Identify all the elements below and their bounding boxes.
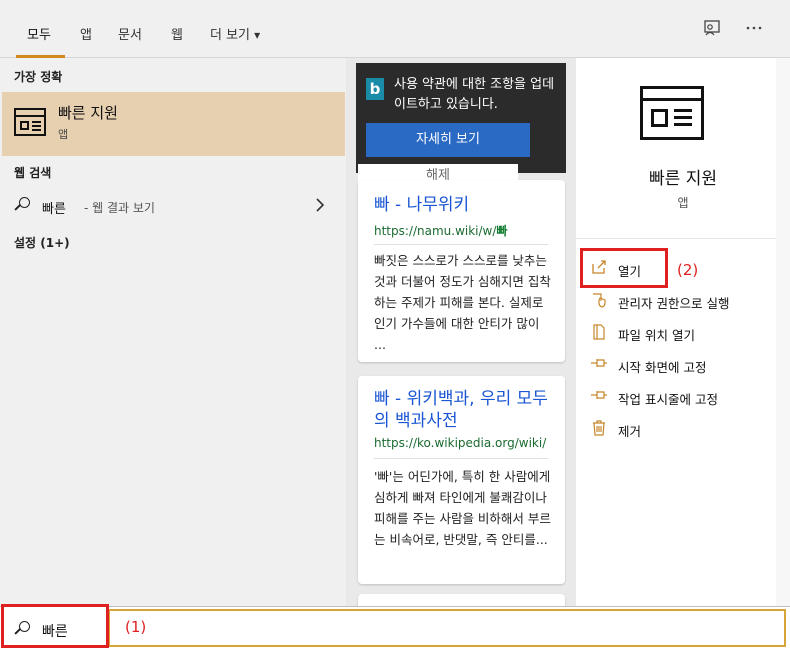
result-title[interactable]: 빠 - 위키백과, 우리 모두의 백과사전 xyxy=(374,388,554,432)
tab-web[interactable]: 웹 xyxy=(171,24,183,43)
web-result-card[interactable]: 빠 - 위키백과, 우리 모두의 백과사전 https://ko.wikiped… xyxy=(358,376,565,584)
result-title[interactable]: 빠 - 나무위키 xyxy=(374,194,554,216)
more-options-icon[interactable] xyxy=(742,18,766,42)
tab-more-label: 더 보기 xyxy=(210,28,251,43)
result-url: https://ko.wikipedia.org/wiki/ xyxy=(374,436,546,450)
bing-notice-banner: b 사용 약관에 대한 조항을 업데이트하고 있습니다. 자세히 보기 xyxy=(356,63,566,173)
result-url-bold: 빠 xyxy=(496,224,508,238)
app-type: 앱 xyxy=(677,196,689,210)
annotation-label-2: (2) xyxy=(677,261,699,279)
divider xyxy=(576,238,790,239)
taskbar-search: 빠른 xyxy=(0,606,790,651)
file-icon xyxy=(590,324,608,340)
web-search-header: 웹 검색 xyxy=(14,166,52,180)
run-as-admin-label: 관리자 권한으로 실행 xyxy=(618,296,730,311)
card-divider xyxy=(374,458,548,459)
feedback-icon[interactable] xyxy=(700,18,724,42)
bing-notice-text: 사용 약관에 대한 조항을 업데이트하고 있습니다. xyxy=(394,77,555,112)
tab-all[interactable]: 모두 xyxy=(27,24,51,43)
card-divider xyxy=(374,244,548,245)
web-search-query: 빠른 xyxy=(42,202,66,217)
pin-icon xyxy=(590,388,608,404)
open-file-location-label: 파일 위치 열기 xyxy=(618,328,695,343)
chevron-down-icon: ▾ xyxy=(254,28,261,42)
pin-icon xyxy=(590,356,608,372)
settings-header[interactable]: 설정 (1+) xyxy=(14,234,70,251)
bing-logo-icon: b xyxy=(366,78,384,100)
trash-icon xyxy=(590,420,608,436)
chevron-right-icon[interactable] xyxy=(315,197,325,216)
best-match-type: 앱 xyxy=(58,128,69,141)
web-preview-pane: b 사용 약관에 대한 조항을 업데이트하고 있습니다. 자세히 보기 해제 빠… xyxy=(346,58,576,614)
web-search-item[interactable]: 빠른 - 웹 결과 보기 xyxy=(0,192,346,218)
result-snippet: '빠'는 어딘가에, 특히 한 사람에게 심하게 빠져 타인에게 불쾌감이나 피… xyxy=(374,469,551,547)
tab-apps[interactable]: 앱 xyxy=(80,24,92,43)
shield-icon xyxy=(590,292,608,308)
tab-more[interactable]: 더 보기 ▾ xyxy=(210,24,260,43)
annotation-box-search xyxy=(1,604,109,648)
search-icon xyxy=(14,197,30,213)
best-match-header: 가장 정확 xyxy=(14,70,63,84)
web-result-card[interactable]: 빠 - 나무위키 https://namu.wiki/w/빠 빠짓은 스스로가 … xyxy=(358,180,565,362)
result-url: https://namu.wiki/w/빠 xyxy=(374,222,507,239)
result-url-prefix: https://ko.wikipedia.org/wiki/ xyxy=(374,436,547,450)
results-list-pane: 가장 정확 빠른 지원 앱 웹 검색 빠른 - 웹 결과 보기 설정 (1+) xyxy=(0,58,346,606)
quick-assist-app-icon xyxy=(14,108,46,136)
annotation-label-1: (1) xyxy=(125,618,147,636)
app-detail-pane: 빠른 지원 앱 열기 관리자 권한으로 실행 파일 위치 열기 시작 화면에 고… xyxy=(576,58,790,606)
details-button[interactable]: 자세히 보기 xyxy=(366,123,530,157)
best-match-item[interactable]: 빠른 지원 앱 xyxy=(2,92,345,156)
tab-documents[interactable]: 문서 xyxy=(118,24,142,43)
quick-assist-large-icon xyxy=(640,86,704,140)
web-search-suffix: - 웹 결과 보기 xyxy=(84,201,155,215)
search-input[interactable] xyxy=(108,609,786,647)
result-url-prefix: https://namu.wiki/w/ xyxy=(374,224,497,238)
search-nav-bar: 모두 앱 문서 웹 더 보기 ▾ xyxy=(0,0,790,58)
pin-to-taskbar-label: 작업 표시줄에 고정 xyxy=(618,392,718,407)
result-snippet: 빠짓은 스스로가 스스로를 낮추는 것과 더불어 정도가 심해지면 집착하는 주… xyxy=(374,253,551,352)
best-match-title: 빠른 지원 xyxy=(58,104,118,122)
scrollbar[interactable] xyxy=(776,58,790,606)
app-name: 빠른 지원 xyxy=(649,169,717,189)
pin-to-start-label: 시작 화면에 고정 xyxy=(618,360,707,375)
annotation-box-open xyxy=(580,248,668,288)
uninstall-label: 제거 xyxy=(618,424,642,439)
